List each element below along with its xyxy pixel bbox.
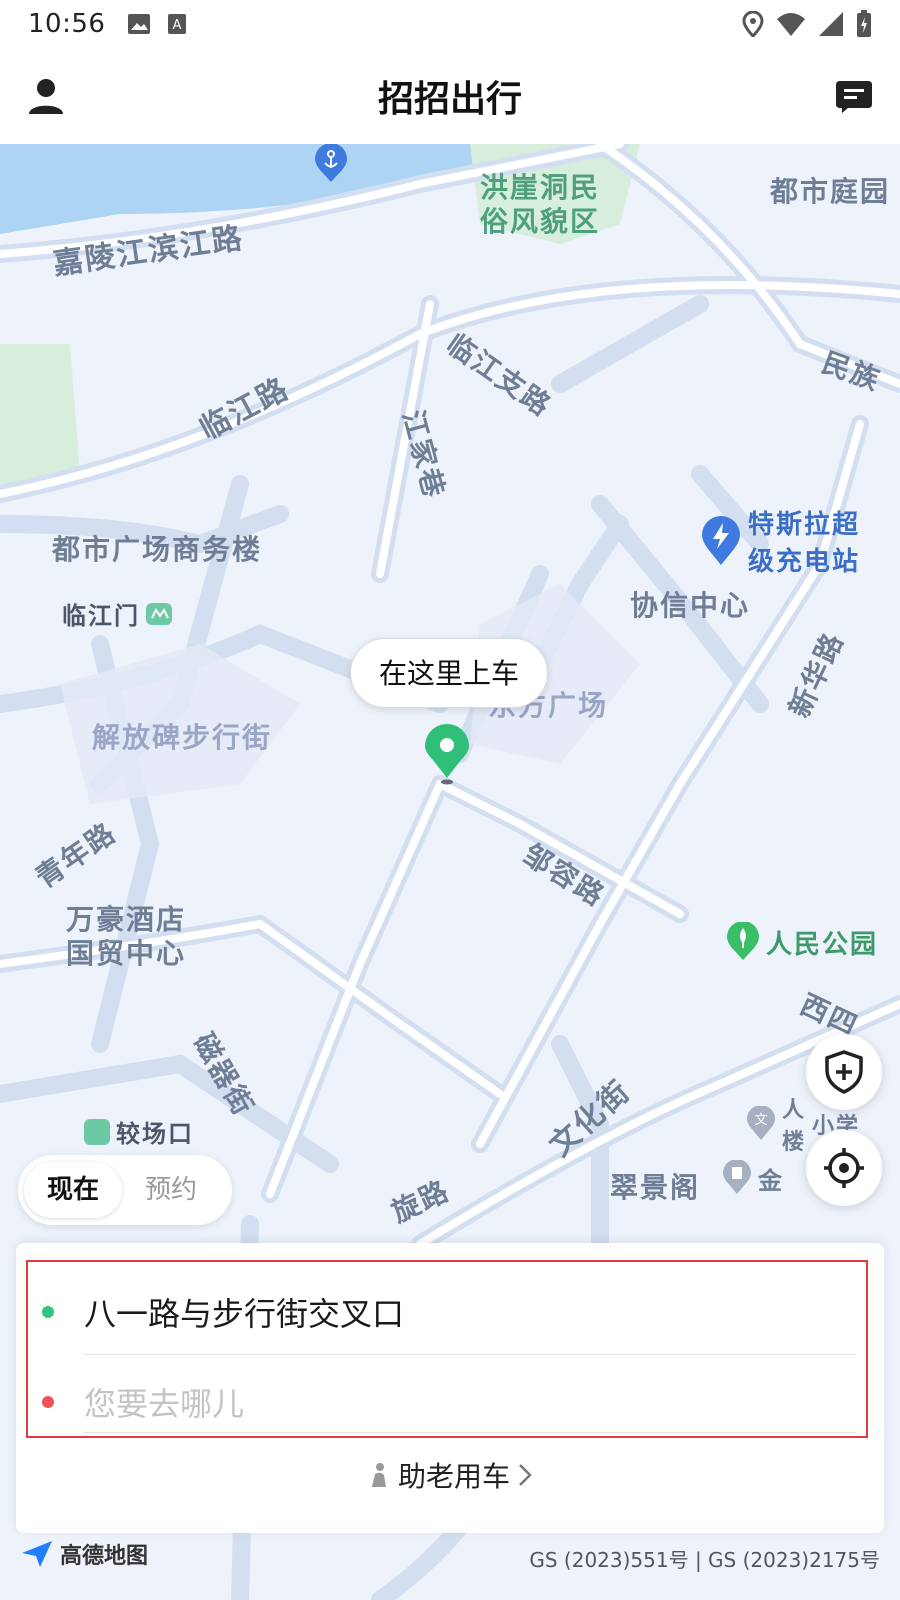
poi-renmin-park-label: 人民公园 — [766, 929, 879, 960]
map-label-xiexin: 协信中心 — [630, 589, 751, 622]
poi-tesla-label-1: 特斯拉超 — [748, 510, 861, 540]
location-icon — [742, 11, 764, 37]
poi-renmin-park[interactable]: 人民公园 — [726, 922, 878, 962]
amap-brand-label: 高德地图 — [60, 1544, 149, 1569]
poi-tesla-label-2: 级充电站 — [748, 547, 861, 577]
mode-now-button[interactable]: 现在 — [24, 1162, 122, 1218]
user-profile-button[interactable] — [26, 76, 66, 116]
school-icon: 文 — [747, 1106, 775, 1140]
user-icon — [29, 79, 63, 114]
poi-tesla-text: 特斯拉超 级充电站 — [748, 504, 860, 578]
locate-me-button[interactable] — [806, 1130, 882, 1206]
charging-station-icon — [702, 516, 740, 565]
building-icon — [723, 1160, 751, 1194]
message-icon — [836, 81, 872, 113]
battery-icon — [857, 10, 871, 37]
map-label-dushi-plaza: 都市广场商务楼 — [52, 533, 263, 566]
destination-dot — [42, 1396, 54, 1408]
elder-ride-link[interactable]: 助老用车 — [16, 1455, 884, 1495]
origin-text: 八一路与步行街交叉口 — [84, 1295, 405, 1333]
pickup-pin-icon — [425, 724, 469, 785]
page-title: 招招出行 — [377, 79, 522, 120]
status-right-icons — [742, 10, 872, 38]
poi-jiaochangkou-label: 较场口 — [116, 1120, 194, 1148]
chevron-right-icon — [519, 1464, 532, 1486]
origin-dot — [42, 1306, 54, 1318]
route-divider — [84, 1354, 856, 1355]
text-recognition-icon: A — [168, 14, 187, 34]
amap-logo: 高德地图 — [20, 1538, 148, 1570]
route-card: 八一路与步行街交叉口 您要去哪儿 助老用车 — [16, 1243, 884, 1533]
elder-ride-label: 助老用车 — [397, 1460, 510, 1493]
mode-reserve-button[interactable]: 预约 — [122, 1162, 220, 1218]
status-bar: 10:56 A — [0, 0, 900, 48]
park-icon — [727, 922, 759, 960]
shield-icon — [825, 1050, 863, 1094]
app-header: 招招出行 — [0, 48, 900, 144]
gallery-icon — [128, 14, 151, 34]
origin-field[interactable]: 八一路与步行街交叉口 — [28, 1268, 866, 1356]
poi-linjiangmen-label: 临江门 — [62, 602, 140, 630]
messages-button[interactable] — [834, 76, 874, 116]
map-label-hongyadong-2: 俗风貌区 — [480, 205, 601, 238]
svg-text:A: A — [173, 18, 182, 33]
poi-linjiangmen[interactable]: 临江门 — [62, 596, 172, 631]
signal-icon — [819, 12, 843, 36]
map-label-wanhao-2: 国贸中心 — [66, 937, 187, 970]
destination-divider — [84, 1432, 856, 1433]
destination-placeholder: 您要去哪儿 — [84, 1385, 245, 1423]
map-license-text: GS (2023)551号 | GS (2023)2175号 — [529, 1548, 880, 1572]
status-left-icons: A — [127, 13, 187, 35]
amap-logo-icon — [22, 1541, 52, 1567]
poi-jin-label: 金 — [758, 1166, 784, 1195]
poi-tesla-charger[interactable]: 特斯拉超 级充电站 — [700, 504, 860, 578]
poi-school-label-1: 人 — [782, 1098, 807, 1123]
pickup-bubble[interactable]: 在这里上车 — [350, 638, 549, 708]
ride-mode-toggle: 现在 预约 — [18, 1155, 232, 1225]
svg-text:文: 文 — [754, 1113, 767, 1128]
metro-station-icon — [84, 1118, 110, 1145]
route-input-box: 八一路与步行街交叉口 您要去哪儿 — [26, 1260, 868, 1438]
poi-school-text: 人 楼 — [782, 1092, 806, 1156]
anchor-icon — [315, 144, 347, 182]
map-label-jiefangbei: 解放碑步行街 — [92, 721, 273, 754]
map-label-dushi-tingyuan: 都市庭园 — [770, 175, 891, 208]
poi-jin[interactable]: 金 — [722, 1160, 784, 1196]
wifi-icon — [777, 13, 805, 36]
metro-icon — [146, 602, 172, 625]
safety-button[interactable] — [806, 1034, 882, 1110]
poi-jiaochangkou[interactable]: 较场口 — [84, 1114, 194, 1149]
status-time: 10:56 — [28, 9, 106, 39]
poi-school-label-2: 楼 — [782, 1130, 807, 1155]
map-label-cuijingge: 翠景阁 — [610, 1171, 701, 1204]
locate-icon — [824, 1148, 864, 1188]
elderly-icon — [371, 1463, 386, 1487]
